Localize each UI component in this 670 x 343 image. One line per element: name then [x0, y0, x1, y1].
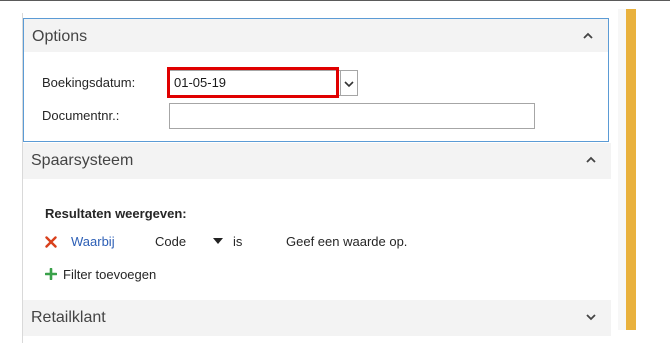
savings-header[interactable]: Spaarsysteem: [23, 143, 611, 179]
chevron-down-icon[interactable]: [585, 312, 597, 322]
savings-title: Spaarsysteem: [31, 152, 134, 169]
booking-date-dropdown[interactable]: [340, 70, 358, 96]
scroll-gutter: [618, 9, 626, 330]
focus-highlight: [167, 67, 339, 98]
results-label: Resultaten weergeven:: [45, 206, 187, 221]
document-number-input[interactable]: [169, 103, 535, 129]
caret-down-icon[interactable]: [213, 238, 223, 245]
chevron-down-icon: [344, 81, 354, 88]
options-section: Options Boekingsdatum: 01-05-19 Document…: [23, 18, 609, 142]
where-label[interactable]: Waarbij: [71, 234, 115, 249]
filter-value-field[interactable]: Geef een waarde op.: [286, 234, 407, 249]
chevron-up-icon[interactable]: [585, 155, 597, 165]
filter-operator: is: [233, 234, 243, 249]
chevron-up-icon[interactable]: [582, 31, 594, 41]
document-number-label: Documentnr.:: [42, 108, 120, 123]
window-top-border: [0, 0, 670, 1]
side-accent-bar: [626, 9, 636, 330]
options-title: Options: [32, 28, 88, 45]
options-header[interactable]: Options: [24, 19, 608, 52]
booking-date-label: Boekingsdatum:: [42, 75, 136, 90]
add-icon[interactable]: [45, 268, 57, 280]
filter-dialog: Options Boekingsdatum: 01-05-19 Document…: [22, 13, 611, 343]
remove-filter-icon[interactable]: [45, 236, 57, 248]
add-filter-link[interactable]: Filter toevoegen: [63, 267, 156, 282]
retail-header[interactable]: Retailklant: [23, 300, 611, 336]
retail-title: Retailklant: [31, 309, 106, 326]
filter-field-select[interactable]: Code: [155, 234, 186, 249]
